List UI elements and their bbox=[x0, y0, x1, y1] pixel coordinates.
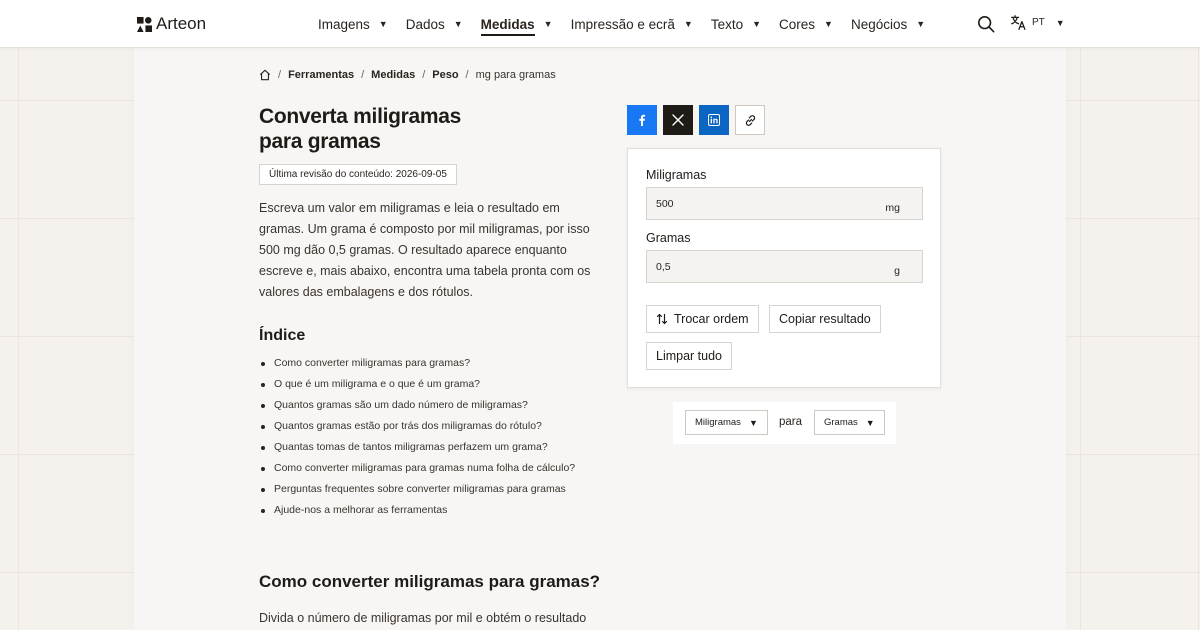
copy-result-label: Copiar resultado bbox=[779, 312, 871, 326]
to-unit-select[interactable]: Gramas ▼ bbox=[814, 410, 885, 435]
x-icon bbox=[672, 114, 684, 126]
breadcrumb-ferramentas[interactable]: Ferramentas bbox=[288, 69, 354, 81]
breadcrumb-peso[interactable]: Peso bbox=[432, 69, 458, 81]
caret-down-icon: ▼ bbox=[683, 19, 693, 29]
grams-input-field[interactable]: g bbox=[646, 250, 923, 283]
toc-item[interactable]: Ajude-nos a melhorar as ferramentas bbox=[259, 500, 604, 521]
swap-arrows-icon bbox=[656, 313, 668, 325]
intro-text: Escreva um valor em miligramas e leia o … bbox=[259, 201, 591, 299]
section-text: Divida o número de miligramas por mil e … bbox=[259, 611, 587, 625]
toc-item[interactable]: Como converter miligramas para gramas? bbox=[259, 353, 604, 374]
caret-down-icon: ▼ bbox=[752, 19, 762, 29]
brand-name: Arteon bbox=[156, 14, 207, 33]
toc-item[interactable]: Quantas tomas de tantos miligramas perfa… bbox=[259, 437, 604, 458]
breadcrumb: / Ferramentas / Medidas / Peso / mg para… bbox=[259, 69, 556, 81]
breadcrumb-separator: / bbox=[422, 69, 426, 81]
nav-item-imagens[interactable]: Imagens ▼ bbox=[318, 0, 388, 48]
nav-item-label: Negócios bbox=[850, 16, 908, 32]
caret-down-icon: ▼ bbox=[378, 19, 388, 29]
brand-logo-icon bbox=[137, 16, 152, 32]
review-date-badge: Última revisão do conteúdo: 2026-09-05 bbox=[259, 164, 457, 185]
top-navigation: Arteon Imagens ▼ Dados ▼ Medidas ▼ Impre… bbox=[0, 0, 1200, 48]
to-field-label: Gramas bbox=[646, 231, 691, 245]
search-icon[interactable] bbox=[977, 15, 995, 33]
nav-item-label: Cores bbox=[779, 16, 816, 32]
nav-item-negocios[interactable]: Negócios ▼ bbox=[851, 0, 925, 48]
nav-item-cores[interactable]: Cores ▼ bbox=[779, 0, 833, 48]
swap-order-label: Trocar ordem bbox=[674, 312, 749, 326]
from-unit-select-value: Miligramas bbox=[695, 417, 741, 428]
nav-item-label: Impressão e ecrã bbox=[570, 16, 675, 32]
main-nav: Imagens ▼ Dados ▼ Medidas ▼ Impressão e … bbox=[318, 0, 943, 48]
unit-selector-separator: para bbox=[779, 416, 803, 428]
table-of-contents: Como converter miligramas para gramas? O… bbox=[259, 353, 604, 521]
nav-item-label: Dados bbox=[405, 16, 445, 32]
toc-item[interactable]: Quantos gramas estão por trás dos miligr… bbox=[259, 416, 604, 437]
caret-down-icon: ▼ bbox=[543, 19, 553, 29]
toc-item[interactable]: Como converter miligramas para gramas nu… bbox=[259, 458, 604, 479]
toc-item[interactable]: Quantos gramas são um dado número de mil… bbox=[259, 395, 604, 416]
share-buttons bbox=[627, 105, 765, 135]
breadcrumb-medidas[interactable]: Medidas bbox=[371, 69, 415, 81]
translate-icon bbox=[1011, 15, 1026, 30]
breadcrumb-separator: / bbox=[361, 69, 365, 81]
nav-item-dados[interactable]: Dados ▼ bbox=[406, 0, 463, 48]
caret-down-icon: ▼ bbox=[865, 417, 875, 428]
toc-title: Índice bbox=[259, 327, 306, 344]
caret-down-icon: ▼ bbox=[748, 417, 758, 428]
nav-item-impressao[interactable]: Impressão e ecrã ▼ bbox=[571, 0, 693, 48]
caret-down-icon: ▼ bbox=[453, 19, 463, 29]
to-unit: g bbox=[894, 264, 900, 277]
language-code: PT bbox=[1032, 17, 1045, 28]
share-facebook-button[interactable] bbox=[627, 105, 657, 135]
clear-all-button[interactable]: Limpar tudo bbox=[646, 342, 733, 370]
swap-order-button[interactable]: Trocar ordem bbox=[646, 305, 759, 333]
home-icon[interactable] bbox=[259, 69, 271, 81]
milligrams-input[interactable] bbox=[656, 197, 836, 210]
breadcrumb-separator: / bbox=[465, 69, 469, 81]
from-field-label: Miligramas bbox=[646, 168, 707, 182]
nav-item-texto[interactable]: Texto ▼ bbox=[711, 0, 761, 48]
nav-item-medidas[interactable]: Medidas ▼ bbox=[480, 0, 553, 48]
share-x-button[interactable] bbox=[663, 105, 693, 135]
nav-item-label: Imagens bbox=[318, 16, 370, 32]
converter-panel: Miligramas mg Gramas g Trocar ordem Copi… bbox=[627, 148, 941, 388]
breadcrumb-current: mg para gramas bbox=[475, 69, 556, 81]
caret-down-icon: ▼ bbox=[916, 19, 926, 29]
share-linkedin-button[interactable] bbox=[699, 105, 729, 135]
article-intro: Converta miligramas para gramas Última r… bbox=[259, 104, 604, 521]
nav-item-label: Medidas bbox=[480, 17, 535, 36]
breadcrumb-separator: / bbox=[278, 69, 282, 81]
linkedin-icon bbox=[708, 114, 720, 126]
link-icon bbox=[745, 114, 755, 126]
unit-selector: Miligramas ▼ para Gramas ▼ bbox=[673, 402, 896, 444]
copy-link-button[interactable] bbox=[735, 105, 765, 135]
facebook-icon bbox=[639, 114, 646, 126]
from-unit-select[interactable]: Miligramas ▼ bbox=[685, 410, 768, 435]
from-unit: mg bbox=[885, 201, 900, 214]
caret-down-icon: ▼ bbox=[1055, 17, 1065, 28]
milligrams-input-field[interactable]: mg bbox=[646, 187, 923, 220]
toc-item[interactable]: Perguntas frequentes sobre converter mil… bbox=[259, 479, 604, 500]
brand-logo[interactable]: Arteon bbox=[137, 14, 206, 34]
language-selector[interactable]: PT ▼ bbox=[1010, 14, 1065, 31]
caret-down-icon: ▼ bbox=[824, 19, 833, 29]
grams-input[interactable] bbox=[656, 260, 836, 273]
toc-item[interactable]: O que é um miligrama e o que é um grama? bbox=[259, 374, 604, 395]
section-title: Como converter miligramas para gramas? bbox=[259, 572, 601, 591]
nav-item-label: Texto bbox=[710, 16, 744, 32]
to-unit-select-value: Gramas bbox=[824, 417, 858, 428]
clear-all-label: Limpar tudo bbox=[656, 349, 723, 363]
copy-result-button[interactable]: Copiar resultado bbox=[769, 305, 881, 333]
page-title: Converta miligramas para gramas bbox=[259, 105, 462, 153]
